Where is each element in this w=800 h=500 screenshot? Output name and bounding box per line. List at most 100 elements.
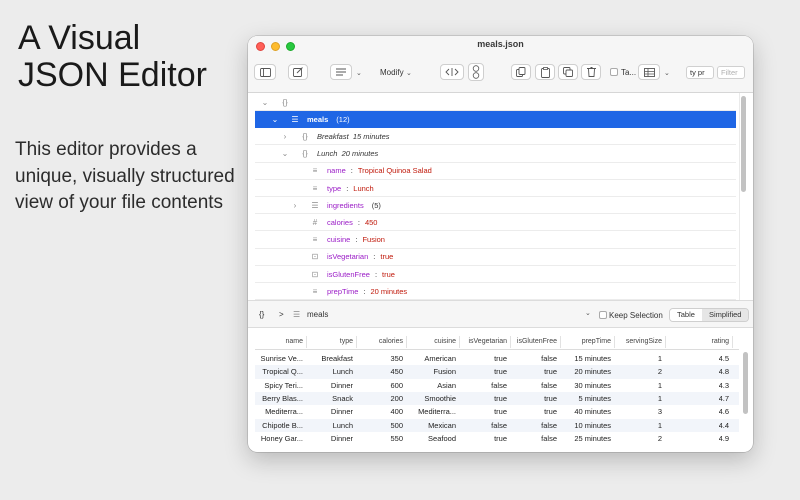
edit-button[interactable] <box>288 64 308 80</box>
table-cell-type: Breakfast <box>321 354 353 363</box>
column-header-rating[interactable]: rating <box>711 336 733 348</box>
view-simplified-tab[interactable]: Simplified <box>701 309 749 321</box>
chevron-down-icon[interactable]: ⌄ <box>664 69 670 77</box>
tree-row-label: Lunch 20 minutes <box>317 149 378 158</box>
keep-selection-label: Keep Selection <box>609 311 663 320</box>
table-checkbox[interactable] <box>610 68 618 76</box>
tree-row[interactable]: › {} Breakfast 15 minutes <box>255 128 736 146</box>
table-cell-cuisine: Mexican <box>428 420 456 430</box>
path-current[interactable]: meals <box>307 310 328 319</box>
tree-row[interactable]: ⌄ ☰ meals (12) <box>255 111 736 129</box>
table-cell-servingSize: 1 <box>657 354 662 363</box>
node-value[interactable]: Fusion <box>362 235 385 244</box>
node-value[interactable]: Lunch <box>353 184 373 193</box>
chevron-down-icon[interactable]: ⌄ <box>585 309 591 317</box>
node-value[interactable]: true <box>382 270 395 279</box>
table-scrollbar[interactable] <box>743 352 748 414</box>
root-object-icon[interactable]: {} <box>259 310 264 319</box>
tree-row[interactable]: # calories:450 <box>255 214 736 232</box>
table-cell-isVegetarian: true <box>494 367 507 377</box>
paste-button[interactable] <box>535 64 555 80</box>
table-cell-cuisine: Seafood <box>428 433 456 443</box>
node-key: isVegetarian <box>327 252 369 262</box>
column-header-prepTime[interactable]: prepTime <box>582 336 616 348</box>
chevron-down-icon[interactable]: ⌄ <box>271 115 279 124</box>
tree-scrollbar[interactable] <box>741 96 746 192</box>
copy-button[interactable] <box>511 64 531 80</box>
chevron-down-icon[interactable]: ⌄ <box>261 98 269 107</box>
table-cell-rating: 4.4 <box>718 420 729 430</box>
table-cell-name: Spicy Teri... <box>264 380 303 390</box>
app-window: meals.json ⌄ Modify ⌄ Ta... ⌄ ty pr Filt… <box>248 36 753 452</box>
tree-row[interactable]: ≡ prepTime:20 minutes <box>255 283 736 300</box>
chevron-down-icon[interactable]: ⌄ <box>281 149 289 158</box>
table-cell-servingSize: 1 <box>657 380 662 390</box>
tree-row[interactable]: ≡ name: Tropical Quinoa Salad <box>255 163 736 180</box>
child-count: (12) <box>336 114 350 124</box>
table-row[interactable]: Honey Gar... Dinner 550 Seafood true false 25 … <box>255 432 739 445</box>
search-field[interactable]: ty pr <box>686 66 714 79</box>
table-cell-calories: 200 <box>390 393 403 403</box>
tree-row[interactable]: ⌄ {} <box>255 94 736 111</box>
table-cell-rating: 4.9 <box>718 433 729 443</box>
tree-row[interactable]: ⊡ isVegetarian: true <box>255 249 736 266</box>
table-row[interactable]: Chipotle B... Lunch 500 Mexican false false 10… <box>255 418 739 432</box>
tree-row[interactable]: ≡ cuisine: Fusion <box>255 232 736 249</box>
table-row[interactable]: Berry Blas... Snack 200 Smoothie true true 5 m… <box>255 391 739 406</box>
table-cell-servingSize: 1 <box>657 393 662 403</box>
column-header-isGlutenFree[interactable]: isGlutenFree <box>517 336 562 348</box>
table-cell-rating: 4.7 <box>718 393 729 403</box>
text-lines-icon <box>336 68 346 76</box>
modify-menu[interactable]: Modify <box>380 68 404 77</box>
table-row[interactable]: Spicy Teri... Dinner 600 Asian false false 30 … <box>255 379 739 392</box>
tree-row[interactable]: ≡ type: Lunch <box>255 180 736 197</box>
array-icon: ☰ <box>311 200 319 210</box>
tree-row-label: isVegetarian: true <box>327 252 393 261</box>
list-icon: ☰ <box>293 310 301 319</box>
column-header-calories[interactable]: calories <box>379 336 408 348</box>
column-header-servingSize[interactable]: servingSize <box>626 336 667 348</box>
key-value-separator: : <box>373 252 376 262</box>
table-cell-servingSize: 1 <box>657 420 662 430</box>
node-key: prepTime <box>327 286 359 296</box>
table-cell-isGlutenFree: true <box>544 367 557 377</box>
table-cell-name: Tropical Q... <box>262 367 303 377</box>
stepper-button[interactable] <box>468 63 484 81</box>
table-cell-name: Chipotle B... <box>262 420 303 430</box>
column-header-isVegetarian[interactable]: isVegetarian <box>468 336 511 348</box>
node-value[interactable]: 20 minutes <box>371 287 408 296</box>
table-cell-cuisine: American <box>424 354 456 363</box>
column-header-type[interactable]: type <box>340 336 358 348</box>
node-value[interactable]: true <box>380 252 393 261</box>
chevron-down-icon[interactable]: ⌄ <box>356 69 362 77</box>
duplicate-button[interactable] <box>558 64 578 80</box>
delete-button[interactable] <box>581 64 601 80</box>
format-button[interactable] <box>330 64 352 80</box>
table-cell-cuisine: Fusion <box>433 367 456 377</box>
table-view-button[interactable] <box>638 64 660 80</box>
filter-field[interactable]: Filter <box>717 66 745 79</box>
column-header-cuisine[interactable]: cuisine <box>434 336 460 348</box>
tree-row[interactable]: ⌄ {} Lunch 20 minutes <box>255 146 736 163</box>
tree-view[interactable]: ⌄{} ⌄ ☰ meals (12) ›{} Breakfast 15 minutes ⌄{}… <box>248 93 753 300</box>
boolean-icon: ⊡ <box>311 269 319 279</box>
sidebar-toggle-button[interactable] <box>254 64 276 80</box>
node-value[interactable]: Tropical Quinoa Salad <box>358 166 432 175</box>
tree-row[interactable]: › ☰ ingredients (5) <box>255 197 736 215</box>
table-row[interactable]: Mediterra... Dinner 400 Mediterra... true tru… <box>255 405 739 418</box>
node-value[interactable]: 450 <box>365 218 378 227</box>
table-cell-prepTime: 25 minutes <box>574 433 611 443</box>
chevron-right-icon[interactable]: › <box>291 201 299 210</box>
column-header-name[interactable]: name <box>285 336 307 348</box>
table-row[interactable]: Tropical Q... Lunch 450 Fusion true true 20 mi… <box>255 365 739 379</box>
tree-row[interactable]: ⊡ isGlutenFree: true <box>255 266 736 283</box>
table-row[interactable]: Sunrise Ve... Breakfast 350 American true fal… <box>255 352 739 365</box>
split-view-button[interactable] <box>440 64 464 80</box>
table-cell-isVegetarian: false <box>491 380 507 390</box>
view-table-tab[interactable]: Table <box>670 309 702 321</box>
table-cell-calories: 550 <box>390 433 403 443</box>
keep-selection-checkbox[interactable] <box>599 311 607 319</box>
chevron-right-icon[interactable]: › <box>281 132 289 141</box>
chevron-down-icon[interactable]: ⌄ <box>406 69 412 77</box>
duplicate-icon <box>563 67 573 77</box>
